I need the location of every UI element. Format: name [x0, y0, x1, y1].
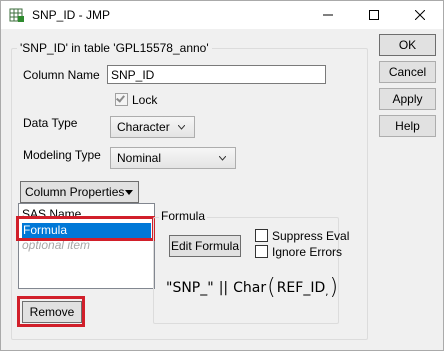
formula-expression[interactable]: "SNP_" || Char ( REF_ID , ): [166, 277, 339, 299]
cancel-button[interactable]: Cancel: [379, 61, 436, 83]
maximize-icon: [369, 10, 379, 20]
data-type-value: Character: [117, 120, 170, 134]
minimize-button[interactable]: [305, 1, 351, 29]
column-properties-label: Column Properties: [25, 185, 125, 199]
close-icon: [415, 10, 425, 20]
edit-formula-button[interactable]: Edit Formula: [169, 235, 241, 257]
modeling-type-label: Modeling Type: [23, 148, 101, 162]
lock-checkbox[interactable]: [115, 93, 128, 106]
column-name-label: Column Name: [23, 68, 100, 82]
chevron-down-icon: [219, 156, 226, 161]
close-button[interactable]: [397, 1, 443, 29]
lock-label: Lock: [132, 93, 158, 107]
modeling-type-select[interactable]: Nominal: [110, 147, 236, 169]
formula-highlight-box: [16, 216, 155, 241]
suppress-eval-label: Suppress Eval: [272, 229, 350, 243]
apply-button[interactable]: Apply: [379, 88, 436, 110]
help-button[interactable]: Help: [379, 115, 436, 137]
formula-literal: "SNP_": [166, 280, 214, 296]
ignore-errors-checkbox[interactable]: [255, 245, 268, 258]
dropdown-arrow-icon: [125, 190, 133, 195]
column-name-field[interactable]: SNP_ID: [107, 65, 326, 84]
formula-argument: REF_ID: [276, 280, 326, 296]
ignore-errors-label: Ignore Errors: [272, 245, 343, 259]
data-type-select[interactable]: Character: [110, 116, 195, 138]
remove-highlight-box: [17, 296, 85, 327]
comma-glyph: ,: [325, 286, 329, 298]
checkmark-icon: [116, 93, 125, 103]
close-paren-glyph: ): [329, 275, 339, 300]
formula-operator: ||: [218, 280, 229, 296]
column-properties-button[interactable]: Column Properties: [20, 181, 139, 203]
formula-group-legend: Formula: [159, 209, 208, 223]
chevron-down-icon: [178, 125, 185, 130]
window-title: SNP_ID - JMP: [32, 8, 111, 22]
column-group-legend: 'SNP_ID' in table 'GPL15578_anno': [17, 41, 212, 55]
open-paren-glyph: (: [267, 275, 276, 300]
minimize-icon: [323, 14, 333, 16]
ok-button[interactable]: OK: [379, 34, 436, 56]
column-info-dialog: SNP_ID - JMP 'SNP_ID' in table 'GPL15578…: [0, 0, 444, 351]
title-bar[interactable]: SNP_ID - JMP: [1, 1, 443, 29]
modeling-type-value: Nominal: [117, 151, 162, 165]
data-type-label: Data Type: [23, 116, 78, 130]
jmp-app-icon: [9, 8, 24, 22]
suppress-eval-checkbox[interactable]: [255, 229, 268, 242]
formula-function: Char: [233, 280, 267, 296]
maximize-button[interactable]: [351, 1, 397, 29]
